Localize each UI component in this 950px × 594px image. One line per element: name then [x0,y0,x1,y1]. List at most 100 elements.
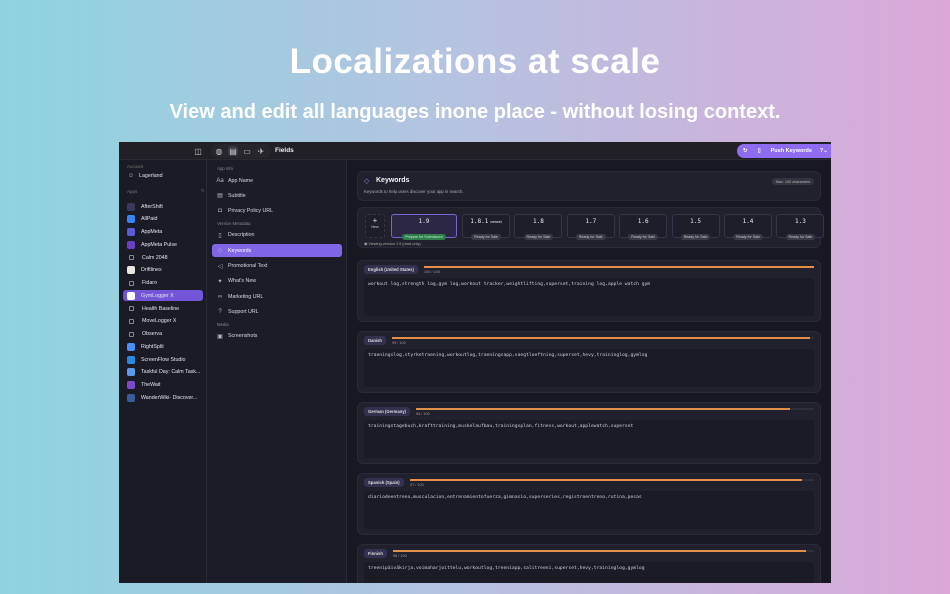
sidebar-app-item[interactable]: Taskful Day: Calm Task... [123,367,203,378]
version-status-badge: Ready for Sale [733,234,763,240]
airplane-icon[interactable]: ✈ [256,146,266,156]
sidebar-toggle-icon[interactable]: ◫ [193,146,203,156]
version-chip[interactable]: 1.8 Ready for Sale [514,214,563,240]
fields-section-label: Media [217,321,229,327]
sidebar-app-item[interactable]: Driftlines [123,265,203,276]
keywords-textarea[interactable]: treenipäiväkirja,voimaharjoittelu,workou… [364,562,814,583]
field-item[interactable]: ▤ Subtitle [212,189,342,202]
toolbar: ◫ ◍ ▤ ▭ ✈ Fields ↻ ▯ Push Keywords ?⌄ [119,142,831,160]
globe-icon[interactable]: ◍ [214,146,224,156]
hero-title: Localizations at scale [289,42,661,81]
field-label: Support URL [228,308,259,315]
sidebar-app-item[interactable]: AppMeta [123,227,203,238]
version-chip[interactable]: 1.9 Prepare for Submission [391,214,457,240]
character-usage-bar [424,266,814,268]
refresh-apps-icon[interactable]: ↻ [201,188,205,194]
sidebar-app-item[interactable]: TheWait [123,380,203,391]
sidebar-app-item[interactable]: AppMeta Pulse [123,239,203,250]
sidebar-app-item[interactable]: WanderWiki- Discover... [123,392,203,403]
viewing-text: Viewing version 1.9 (read-only) [368,242,421,246]
locale-badge: English (United States) [364,265,418,274]
keywords-header-card: ◇ Keywords Keywords to help users discov… [357,171,821,201]
sidebar-app-item[interactable]: AfterShift [123,201,203,212]
field-icon: ▯ [218,232,222,239]
app-name: Calm 2048 [142,254,168,261]
app-name: AppMeta [141,229,163,235]
field-item[interactable]: ▯ Description [212,229,342,242]
version-chip[interactable]: 1.6 Ready for Sale [619,214,668,240]
field-label: Privacy Policy URL [228,208,274,215]
field-item[interactable]: ? Support URL [212,305,342,318]
plus-icon: + [372,216,378,225]
field-item[interactable]: ◇ Keywords [212,244,342,258]
version-chip[interactable]: 1.4 Ready for Sale [724,214,772,240]
version-number: 1.6 [620,218,666,225]
field-item[interactable]: ▣ Screenshots [212,330,342,343]
app-icon [129,255,134,260]
person-icon: ☺ [127,172,135,179]
card-view-icon[interactable]: ▭ [242,146,252,156]
fields-view-icon[interactable]: ▤ [228,146,238,156]
app-name: AllPaid [141,216,158,223]
character-count: 99 / 100 [392,341,406,345]
field-icon: ▣ [217,333,223,340]
app-icon [127,266,135,275]
app-name: MoveLogger X [142,318,177,325]
app-name: Taskful Day: Calm Task... [141,369,201,376]
field-item[interactable]: ◘ Privacy Policy URL [212,205,342,218]
push-keywords-button[interactable]: ↻ ▯ Push Keywords ?⌄ [737,144,831,158]
field-item[interactable]: ◁ Promotional Text [212,260,342,273]
version-chip[interactable]: 1.7 Ready for Sale [566,214,615,240]
fields-panel: App Info Aa App Name ▤ Subtitle ◘ Privacy Poli… [207,160,347,583]
app-icon [127,393,135,402]
sidebar-app-item[interactable]: Fidaro [123,278,203,289]
usage-fill [424,266,814,268]
sidebar-app-item[interactable]: ScreenFlow Studio [123,354,203,365]
locale-card: English (United States) 100 / 100 workout … [357,260,821,322]
app-icon [127,342,135,351]
version-number: 1.7 [568,218,614,225]
version-number-text: 1.3 [794,218,806,225]
keywords-textarea[interactable]: trainingstagebuch,krafttraining,muskelau… [364,420,814,458]
new-version-button[interactable]: + New [365,214,385,238]
version-chip[interactable]: 1.3 Ready for Sale [776,214,825,240]
app-name: TheWait [141,382,161,388]
locale-badge: Finnish [364,549,387,558]
usage-fill [416,408,791,410]
view-title: Fields [275,147,294,154]
sidebar-app-item[interactable]: Calm 2048 [123,252,203,263]
character-count: 98 / 100 [393,554,407,558]
refresh-icon[interactable]: ↻ [743,148,748,154]
version-number-text: 1.7 [585,218,597,225]
keywords-textarea[interactable]: workout log,strength log,gym log,workout… [364,278,814,316]
field-item[interactable]: ✦ What's New [212,275,342,288]
version-number: 1.8.1 newest [463,218,509,225]
keywords-textarea[interactable]: traeningslog,styrketraening,workoutlog,t… [364,349,814,387]
sidebar-app-item[interactable]: AllPaid [123,214,203,225]
versions-card: + New 1.9 Prepare for Submission 1.8.1 newe… [357,207,825,248]
version-number-text: 1.9 [418,218,430,225]
help-chevron-icon[interactable]: ?⌄ [820,148,828,154]
app-name: WanderWiki- Discover... [141,394,198,401]
field-item[interactable]: ∞ Marketing URL [212,290,342,303]
sidebar-app-item[interactable]: Observa [123,329,203,340]
version-chip[interactable]: 1.8.1 newest Ready for Sale [462,214,510,240]
app-name: ScreenFlow Studio [141,356,186,363]
account-item[interactable]: ☺ Lagerland [123,170,203,181]
field-item[interactable]: Aa App Name [212,174,342,187]
keywords-textarea[interactable]: diariodeentreno,musculacion,entrenamient… [364,491,814,529]
field-icon: ◇ [217,248,223,255]
document-icon[interactable]: ▯ [758,148,761,154]
field-label: Keywords [228,247,252,254]
sidebar-app-item[interactable]: GymLogger X [123,290,203,302]
tag-icon: ◇ [364,178,370,185]
sidebar-app-item[interactable]: MoveLogger X [123,316,203,327]
character-count: 94 / 100 [416,412,430,416]
field-label: What's New [228,278,257,285]
version-chip[interactable]: 1.5 Ready for Sale [671,214,720,240]
sidebar-app-item[interactable]: Health Baseline [123,303,203,314]
sidebar-app-item[interactable]: RightSplit [123,341,203,352]
app-name: Driftlines [141,267,162,274]
apps-section-label: Apps [127,189,138,194]
locale-card: Danish 99 / 100 traeningslog,styrketraenin… [357,331,821,393]
